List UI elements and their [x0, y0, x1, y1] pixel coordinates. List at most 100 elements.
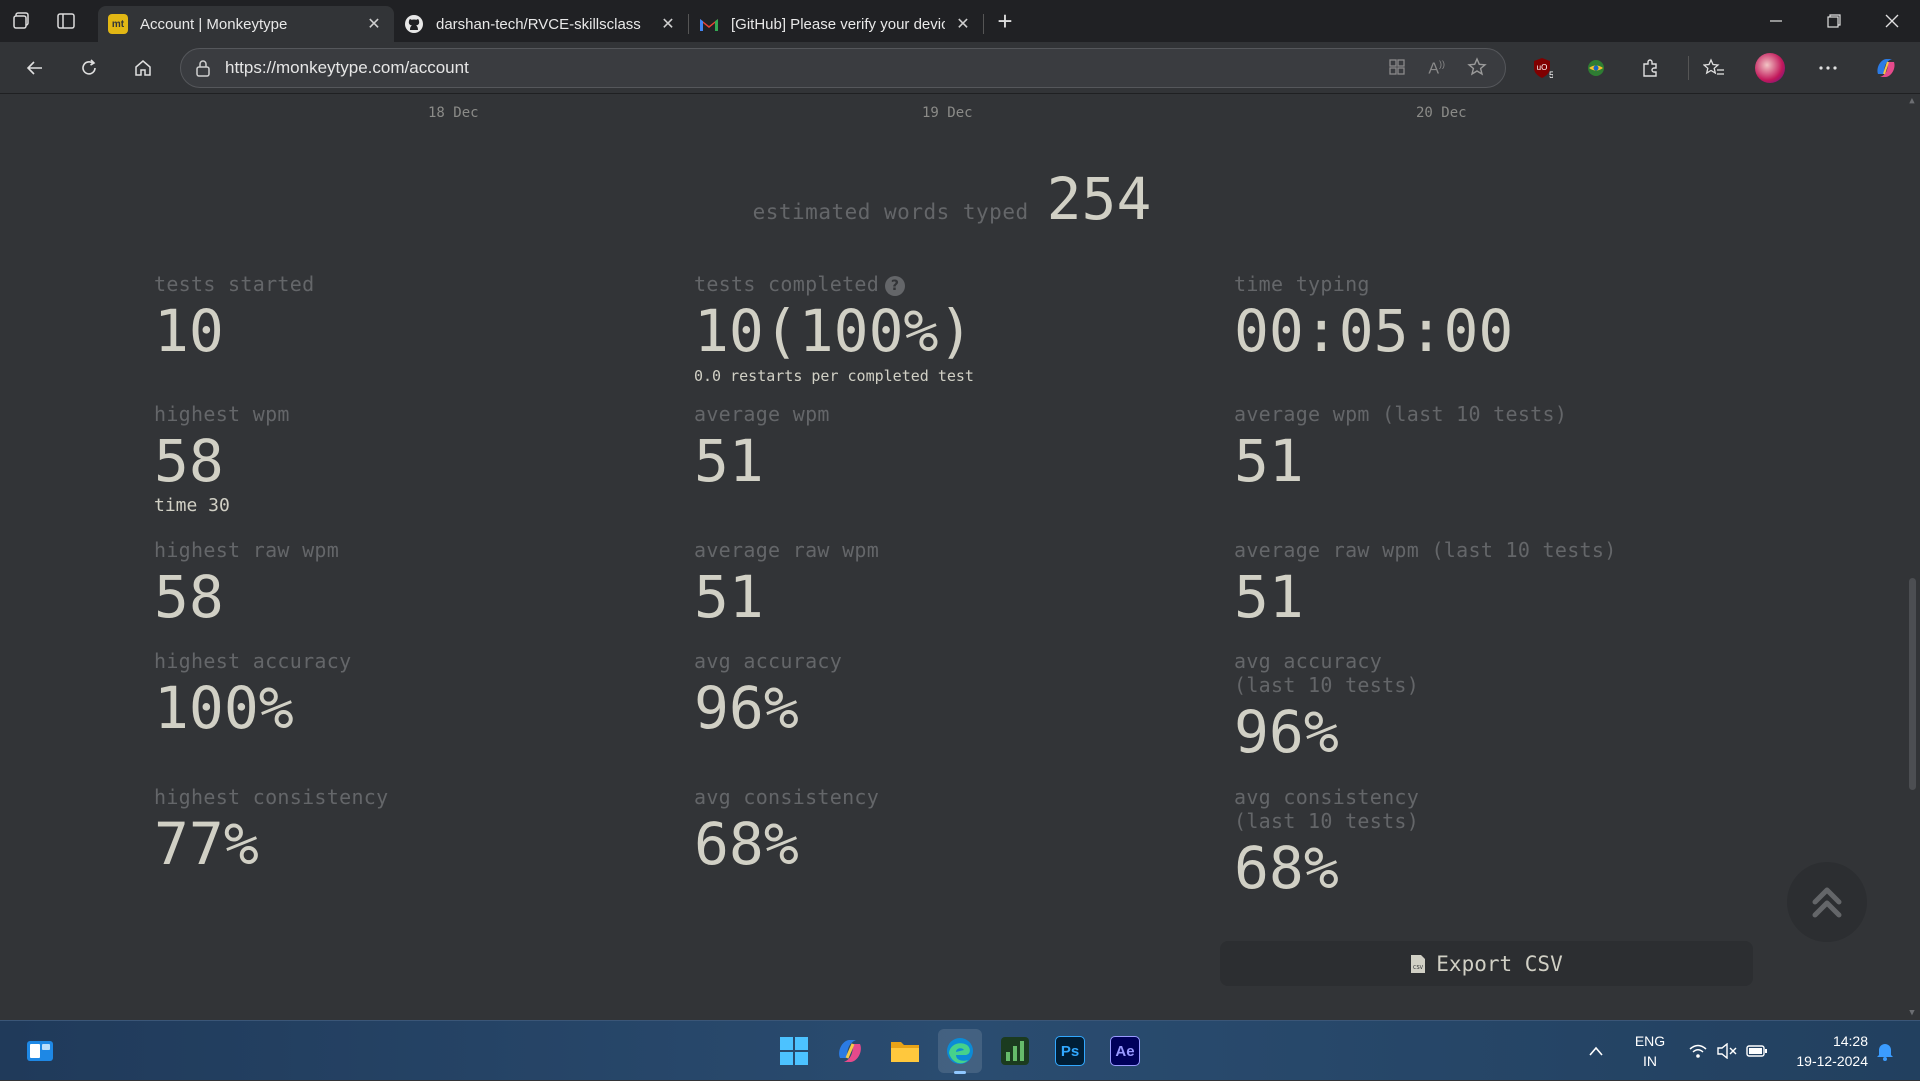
globe-extension-icon[interactable]: [1572, 42, 1620, 94]
volume-muted-icon[interactable]: [1716, 1021, 1738, 1081]
close-tab-icon[interactable]: ✕: [364, 14, 384, 34]
stat-label: avg accuracy: [694, 649, 843, 673]
stat-value: 68%: [1234, 834, 1339, 902]
minimize-icon[interactable]: [1748, 0, 1804, 42]
stat-label-qualifier: (last 10 tests): [1234, 673, 1420, 697]
close-window-icon[interactable]: [1864, 0, 1920, 42]
stat-average-raw-wpm: average raw wpm 51: [694, 538, 879, 632]
task-manager-icon[interactable]: [993, 1029, 1037, 1073]
stat-label: highest wpm: [154, 402, 290, 426]
scroll-down-arrow[interactable]: ▼: [1907, 1008, 1917, 1018]
scrollbar-thumb[interactable]: [1909, 578, 1916, 790]
monkeytype-favicon: mt: [108, 14, 128, 34]
stat-label: estimated words typed: [752, 200, 1029, 224]
notifications-bell-icon[interactable]: [1876, 1021, 1894, 1081]
stat-avg-consistency: avg consistency 68%: [694, 785, 879, 879]
stat-avg-consistency-last10: avg consistency (last 10 tests) 68%: [1234, 785, 1419, 903]
stat-value: 51: [694, 563, 764, 631]
stat-label: avg consistency: [1234, 785, 1420, 809]
stat-average-wpm-last10: average wpm (last 10 tests) 51: [1234, 402, 1567, 496]
gmail-favicon: [699, 14, 719, 34]
more-options-icon[interactable]: [1804, 42, 1852, 94]
stat-value: 10(100%): [694, 297, 974, 365]
estimated-words-typed: estimated words typed 254: [0, 165, 1904, 233]
copilot-icon[interactable]: [828, 1029, 872, 1073]
widgets-icon[interactable]: [18, 1029, 62, 1073]
refresh-icon[interactable]: [62, 42, 116, 94]
stat-label: average raw wpm: [694, 538, 880, 562]
help-icon[interactable]: ?: [885, 276, 906, 296]
stat-time-typing: time typing 00:05:00: [1234, 272, 1513, 366]
file-explorer-icon[interactable]: [883, 1029, 927, 1073]
tab-title: Account | Monkeytype: [140, 15, 288, 33]
edge-icon[interactable]: [938, 1029, 982, 1074]
clock-date: 19-12-2024: [1796, 1053, 1868, 1069]
stat-value: 100%: [154, 674, 294, 742]
start-icon[interactable]: [772, 1029, 816, 1073]
stat-value: 96%: [694, 674, 799, 742]
vertical-tabs-icon[interactable]: [44, 0, 88, 42]
stat-tests-completed: tests completed? 10(100%) 0.0 restarts p…: [694, 272, 974, 386]
battery-icon[interactable]: [1746, 1021, 1768, 1081]
app-available-icon[interactable]: [1388, 58, 1406, 80]
tab-github[interactable]: darshan-tech/RVCE-skillsclass ✕: [394, 6, 688, 42]
workspaces-icon[interactable]: [0, 0, 44, 42]
scroll-to-top-button[interactable]: [1787, 862, 1867, 942]
stat-value: 51: [1234, 427, 1304, 495]
close-tab-icon[interactable]: ✕: [953, 14, 973, 34]
restore-icon[interactable]: [1806, 0, 1862, 42]
ublock-extension-icon[interactable]: uO 5: [1518, 42, 1566, 94]
scrollbar[interactable]: [1904, 95, 1920, 1020]
stat-label: highest raw wpm: [154, 538, 340, 562]
stat-label: tests completed: [694, 272, 880, 296]
extension-badge: 5: [1549, 70, 1553, 80]
photoshop-icon[interactable]: Ps: [1048, 1029, 1092, 1073]
stat-label: average wpm: [694, 402, 830, 426]
stat-highest-raw-wpm: highest raw wpm 58: [154, 538, 339, 632]
chart-x-tick: 18 Dec: [428, 105, 479, 121]
close-tab-icon[interactable]: ✕: [658, 14, 678, 34]
profile-avatar[interactable]: [1746, 42, 1794, 94]
stat-tests-started: tests started 10: [154, 272, 314, 366]
read-aloud-icon[interactable]: A)): [1428, 59, 1445, 78]
tab-gmail[interactable]: [GitHub] Please verify your device ✕: [689, 6, 983, 42]
stat-value: 254: [1046, 165, 1152, 233]
export-csv-button[interactable]: CSV Export CSV: [1220, 941, 1753, 986]
wifi-icon[interactable]: [1688, 1021, 1708, 1081]
system-clock[interactable]: 14:28 19-12-2024: [1778, 1031, 1868, 1071]
clock-time: 14:28: [1832, 1033, 1868, 1049]
stat-label: avg accuracy: [1234, 649, 1383, 673]
chart-x-tick: 19 Dec: [922, 105, 973, 121]
favorite-star-icon[interactable]: [1467, 57, 1487, 81]
stat-value: 51: [1234, 563, 1304, 631]
new-tab-button[interactable]: +: [984, 0, 1026, 42]
stat-value: 96%: [1234, 698, 1339, 766]
favorites-icon[interactable]: [1690, 42, 1738, 94]
copilot-icon[interactable]: [1862, 42, 1910, 94]
tab-monkeytype[interactable]: mt Account | Monkeytype ✕: [98, 6, 394, 42]
address-bar[interactable]: https://monkeytype.com/account A)): [180, 48, 1506, 88]
stat-average-raw-wpm-last10: average raw wpm (last 10 tests) 51: [1234, 538, 1617, 632]
url-text[interactable]: https://monkeytype.com/account: [225, 58, 469, 78]
stat-value: 10: [154, 297, 224, 365]
stat-avg-accuracy-last10: avg accuracy (last 10 tests) 96%: [1234, 649, 1419, 767]
export-csv-label: Export CSV: [1436, 951, 1563, 976]
double-chevron-up-icon: [1812, 887, 1842, 918]
extensions-puzzle-icon[interactable]: [1626, 42, 1674, 94]
tab-title: [GitHub] Please verify your device: [731, 15, 945, 33]
after-effects-icon[interactable]: Ae: [1103, 1029, 1147, 1073]
back-icon[interactable]: [8, 42, 62, 94]
home-icon[interactable]: [116, 42, 170, 94]
stat-value: 77%: [154, 810, 259, 878]
toolbar-separator: [1688, 56, 1689, 80]
restarts-per-test: 0.0 restarts per completed test: [694, 367, 974, 385]
taskbar: Ps Ae ENG IN 14:28 19-12-2024: [0, 1020, 1920, 1080]
language-indicator[interactable]: ENG IN: [1628, 1031, 1672, 1071]
scroll-up-arrow[interactable]: ▲: [1907, 96, 1917, 106]
show-hidden-icons[interactable]: [1588, 1021, 1604, 1081]
stat-value: 58: [154, 563, 224, 631]
stat-label: avg consistency: [694, 785, 880, 809]
lock-icon[interactable]: [181, 59, 225, 77]
github-favicon: [404, 14, 424, 34]
stat-label: highest accuracy: [154, 649, 352, 673]
